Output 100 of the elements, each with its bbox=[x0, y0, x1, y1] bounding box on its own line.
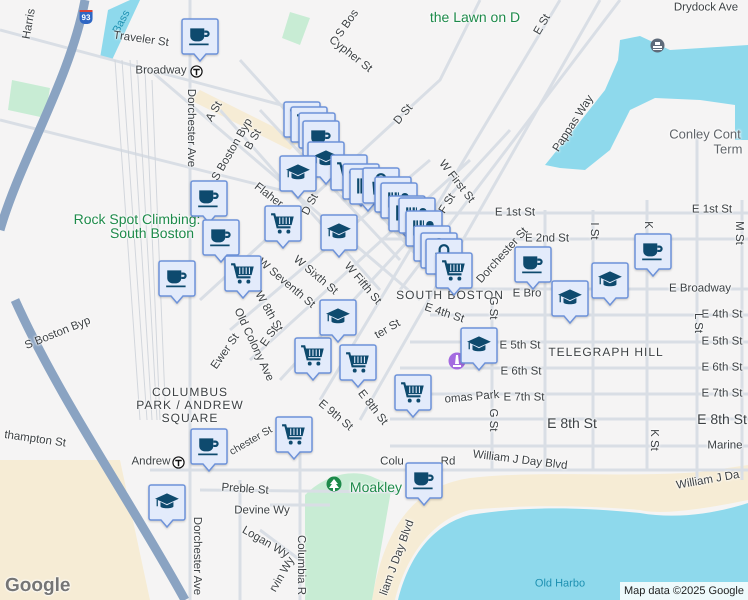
street-label: G St bbox=[486, 408, 498, 432]
map-marker[interactable] bbox=[158, 260, 196, 304]
street-label: M St bbox=[732, 221, 744, 245]
street-label: E 1st St bbox=[494, 207, 536, 219]
water-label: Old Harbo bbox=[534, 578, 586, 590]
shopping-cart-icon bbox=[346, 352, 369, 373]
graduation-cap-icon bbox=[327, 223, 351, 238]
coffee-cup-icon bbox=[198, 438, 219, 456]
shopping-cart-icon bbox=[301, 345, 324, 366]
graduation-cap-icon bbox=[155, 493, 179, 508]
ferry-icon bbox=[650, 38, 665, 53]
street-label: Marine bbox=[707, 440, 743, 452]
graduation-cap-icon bbox=[467, 336, 491, 352]
street-label: E 8th St bbox=[547, 416, 597, 430]
map-marker[interactable] bbox=[202, 219, 240, 263]
map-marker[interactable] bbox=[591, 262, 629, 306]
place-label: South Boston bbox=[110, 226, 194, 240]
map-logo: Google bbox=[5, 576, 70, 597]
map-marker[interactable] bbox=[551, 280, 589, 324]
street-label: Devine Wy bbox=[234, 505, 290, 517]
map-marker[interactable] bbox=[294, 337, 332, 381]
coffee-cup-icon bbox=[413, 472, 434, 490]
street-label: E 2nd St bbox=[524, 233, 570, 245]
street-label: E 6th St bbox=[702, 362, 742, 374]
map-marker[interactable] bbox=[339, 344, 377, 388]
place-label: Moakley bbox=[350, 480, 402, 494]
street-label: Dorchester Ave bbox=[184, 88, 196, 168]
map-marker[interactable] bbox=[190, 428, 228, 472]
street-label: liam J Day Blvd bbox=[379, 518, 417, 598]
map-marker[interactable] bbox=[320, 214, 358, 258]
street-label: E 1st St bbox=[692, 204, 732, 216]
place-label: the Lawn on D bbox=[430, 10, 520, 24]
map-marker[interactable] bbox=[264, 205, 302, 249]
transit-icon bbox=[190, 65, 203, 78]
street-label: E 9th St bbox=[316, 398, 354, 434]
map-attribution: Map data ©2025 Google bbox=[620, 582, 748, 600]
shopping-cart-icon bbox=[442, 260, 465, 281]
street-label: Columbia R bbox=[294, 534, 306, 596]
street-label: K St bbox=[647, 429, 659, 451]
neighborhood-label: SQUARE bbox=[162, 412, 218, 424]
street-label: E 7th St bbox=[702, 388, 742, 400]
street-label: E 5th St bbox=[500, 340, 540, 352]
street-label: E Broadway bbox=[669, 283, 731, 295]
graduation-cap-icon bbox=[558, 289, 582, 304]
street-label: rvin Wy bbox=[268, 556, 298, 594]
place-label: Rock Spot Climbing: bbox=[74, 212, 200, 226]
coffee-cup-icon bbox=[642, 243, 663, 260]
street-label: I St bbox=[587, 222, 599, 240]
street-label: E 6th St bbox=[500, 366, 542, 378]
street-label: Rd bbox=[440, 456, 456, 468]
neighborhood-label: COLUMBUS bbox=[152, 386, 228, 398]
graduation-cap-icon bbox=[286, 164, 310, 180]
place-label: Term bbox=[714, 142, 742, 156]
street-label: S Boston Byp bbox=[24, 316, 92, 352]
street-label: E 8th St bbox=[697, 412, 747, 426]
graduation-cap-icon bbox=[598, 271, 622, 286]
map-marker[interactable] bbox=[319, 299, 357, 343]
shopping-cart-icon bbox=[271, 213, 294, 234]
shopping-cart-icon bbox=[401, 382, 424, 403]
park-area bbox=[282, 12, 310, 45]
coffee-cup-icon bbox=[189, 28, 210, 46]
street-label: omas Park bbox=[444, 390, 500, 406]
neighborhood-label: TELEGRAPH HILL bbox=[548, 346, 664, 358]
transit-icon bbox=[172, 456, 185, 469]
coffee-cup-icon bbox=[522, 256, 543, 274]
street-label: Broadway bbox=[135, 65, 187, 77]
street-label: Dorchester Ave bbox=[190, 516, 202, 596]
street-label: E 5th St bbox=[702, 336, 742, 348]
street-label: thampton St bbox=[4, 430, 66, 450]
map-marker[interactable] bbox=[405, 462, 443, 506]
coffee-cup-icon bbox=[198, 190, 219, 208]
coffee-cup-icon bbox=[166, 270, 187, 288]
street-label: D St bbox=[300, 192, 322, 218]
map-marker[interactable] bbox=[181, 18, 219, 62]
street-label: D St bbox=[392, 102, 416, 128]
street-label: A St bbox=[204, 100, 226, 124]
street-label: Harris bbox=[22, 8, 38, 40]
shopping-cart-icon bbox=[231, 263, 254, 284]
park-area bbox=[8, 80, 50, 118]
neighborhood-label: PARK / ANDREW bbox=[136, 399, 244, 411]
street-label: L St bbox=[691, 312, 703, 334]
street-label: Colu bbox=[380, 456, 404, 468]
street-label: Andrew bbox=[132, 456, 170, 468]
map-marker[interactable] bbox=[275, 416, 313, 460]
tree-icon bbox=[326, 476, 342, 494]
street-label: K bbox=[641, 221, 653, 229]
street-label: E Bro bbox=[512, 288, 542, 300]
map-marker[interactable] bbox=[634, 233, 672, 277]
street-label: Drydock Ave bbox=[674, 2, 738, 14]
street-label: F St bbox=[438, 192, 458, 216]
street-label: ter St bbox=[373, 318, 403, 342]
highway-shield: 93 bbox=[80, 10, 92, 24]
coffee-cup-icon bbox=[210, 229, 231, 246]
street-label: E 4th St bbox=[422, 302, 466, 326]
street-label: William J Da bbox=[676, 470, 740, 492]
street-label: William J Day Blvd bbox=[472, 450, 568, 472]
map-marker[interactable] bbox=[394, 374, 432, 418]
map-marker[interactable] bbox=[460, 327, 498, 371]
map-marker[interactable] bbox=[148, 484, 186, 528]
street-label: E 7th St bbox=[504, 392, 544, 404]
